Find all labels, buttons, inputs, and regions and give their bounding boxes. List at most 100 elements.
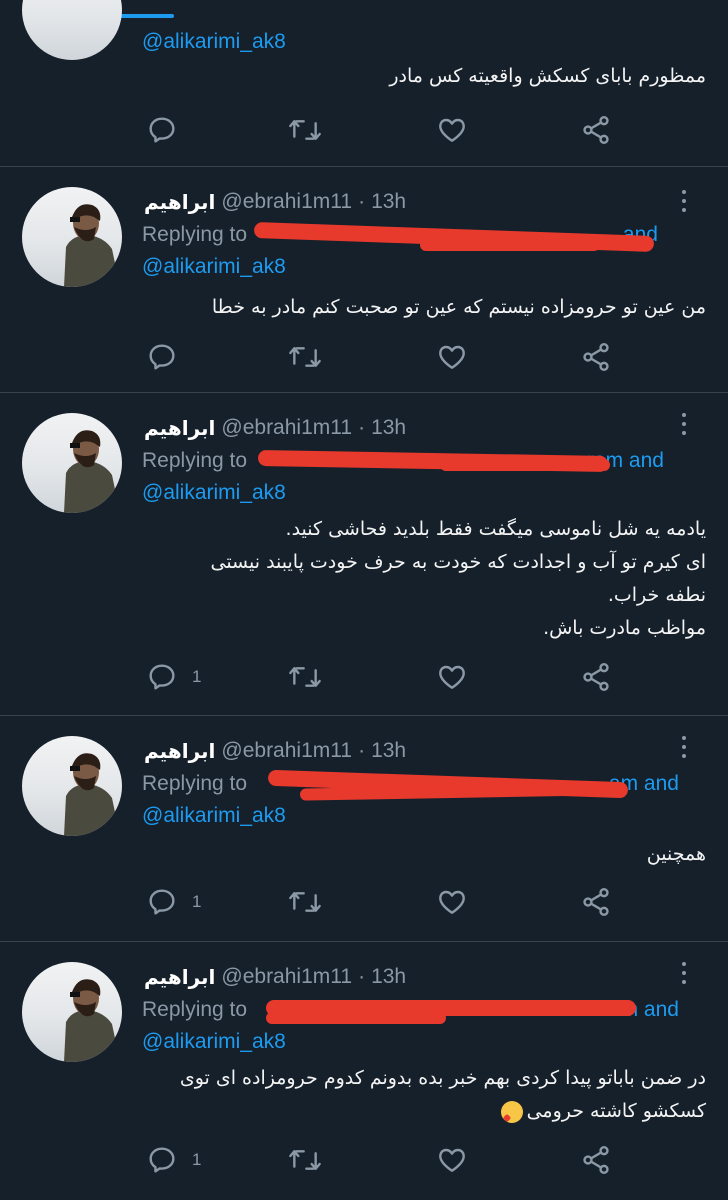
like-button[interactable]: [436, 339, 468, 375]
replying-to-label: Replying to: [142, 223, 248, 246]
retweet-icon: [289, 347, 321, 367]
separator: ·: [358, 190, 366, 213]
replying-to-label: Replying to: [142, 449, 248, 472]
share-button[interactable]: [580, 339, 612, 375]
display-name[interactable]: ابراهیم: [144, 965, 215, 989]
heart-icon: [439, 118, 465, 142]
tweet-text: من عین تو حرومزاده نیستم که عین تو صحبت …: [146, 291, 706, 324]
tweet-text-line: نطفه خراب.: [607, 584, 706, 606]
tweet[interactable]: @alikarimi_ak8 ممظورم بابای کسکش واقعیته…: [0, 0, 728, 167]
retweet-button[interactable]: [287, 659, 323, 695]
tweet-header: ابراهیم @ebrahi1m11 · 13h: [144, 187, 406, 217]
heart-icon: [439, 665, 465, 689]
reply-button[interactable]: 1: [146, 884, 201, 920]
reply-mention[interactable]: @alikarimi_ak8: [142, 1030, 286, 1054]
tweet-text-line: همچنین: [646, 843, 706, 865]
reply-mention[interactable]: @alikarimi_ak8: [142, 481, 286, 505]
display-name[interactable]: ابراهیم: [144, 739, 215, 763]
retweet-button[interactable]: [287, 1142, 323, 1178]
replying-to-label: Replying to: [142, 772, 248, 795]
retweet-button[interactable]: [287, 884, 323, 920]
share-button[interactable]: [580, 659, 612, 695]
avatar[interactable]: [22, 187, 122, 287]
separator: ·: [358, 416, 366, 439]
separator: ·: [358, 965, 366, 988]
user-handle[interactable]: @ebrahi1m11: [221, 416, 352, 440]
tweet-text-line: یادمه یه شل ناموسی میگفت فقط بلدید فحاشی…: [285, 518, 706, 540]
redaction: [420, 239, 600, 251]
avatar[interactable]: [22, 0, 122, 60]
tweet-text-line-with-emoji: کسکشو کاشته حرومی: [146, 1095, 706, 1128]
reply-icon: [149, 664, 175, 690]
retweet-icon: [289, 1150, 321, 1170]
separator: ·: [358, 739, 366, 762]
retweet-button[interactable]: [287, 339, 323, 375]
reply-icon: [149, 117, 175, 143]
kiss-emoji-icon: [500, 1100, 523, 1123]
reply-count: 1: [192, 1150, 202, 1169]
timestamp[interactable]: 13h: [371, 190, 406, 214]
tweet-actions: 1: [0, 884, 728, 920]
timestamp[interactable]: 13h: [371, 416, 406, 440]
reply-count: 1: [192, 892, 202, 911]
display-name[interactable]: ابراهیم: [144, 416, 215, 440]
redaction: [440, 459, 610, 471]
reply-button[interactable]: 1: [146, 1142, 201, 1178]
tweet-text: یادمه یه شل ناموسی میگفت فقط بلدید فحاشی…: [146, 513, 706, 645]
reply-icon: [149, 344, 175, 370]
avatar[interactable]: [22, 962, 122, 1062]
share-button[interactable]: [580, 112, 612, 148]
reply-button[interactable]: [146, 339, 192, 375]
more-icon[interactable]: [680, 413, 688, 435]
timestamp[interactable]: 13h: [371, 739, 406, 763]
avatar[interactable]: [22, 413, 122, 513]
user-handle[interactable]: @ebrahi1m11: [221, 965, 352, 989]
reply-mention[interactable]: @alikarimi_ak8: [142, 255, 286, 279]
tweet-text-line: کسکشو کاشته حرومی: [526, 1100, 706, 1122]
reply-mention[interactable]: @alikarimi_ak8: [142, 804, 286, 828]
share-icon: [583, 343, 609, 371]
redaction: [266, 1012, 446, 1024]
share-button[interactable]: [580, 1142, 612, 1178]
reply-button[interactable]: 1: [146, 659, 201, 695]
tweet[interactable]: ابراهیم @ebrahi1m11 · 13h Replying to am…: [0, 942, 728, 1200]
reply-icon: [149, 889, 175, 915]
tweet-actions: [0, 112, 728, 148]
tweet-header: ابراهیم @ebrahi1m11 · 13h: [144, 736, 406, 766]
tweet[interactable]: ابراهیم @ebrahi1m11 · 13h Replying to am…: [0, 716, 728, 942]
display-name[interactable]: ابراهیم: [144, 190, 215, 214]
reply-count: 1: [192, 667, 202, 686]
more-icon[interactable]: [680, 736, 688, 758]
share-icon: [583, 116, 609, 144]
tweet[interactable]: ابراهیم @ebrahi1m11 · 13h Replying to ra…: [0, 393, 728, 716]
heart-icon: [439, 890, 465, 914]
retweet-button[interactable]: [287, 112, 323, 148]
tweet-actions: [0, 339, 728, 375]
tweet-header: ابراهیم @ebrahi1m11 · 13h: [144, 413, 406, 443]
tweet-actions: 1: [0, 659, 728, 695]
like-button[interactable]: [436, 112, 468, 148]
tweet-text-line: من عین تو حرومزاده نیستم که عین تو صحبت …: [211, 296, 706, 318]
more-icon[interactable]: [680, 190, 688, 212]
like-button[interactable]: [436, 1142, 468, 1178]
user-handle[interactable]: @ebrahi1m11: [221, 190, 352, 214]
share-icon: [583, 888, 609, 916]
share-icon: [583, 1146, 609, 1174]
retweet-icon: [289, 892, 321, 912]
user-handle[interactable]: @ebrahi1m11: [221, 739, 352, 763]
like-button[interactable]: [436, 659, 468, 695]
retweet-icon: [289, 120, 321, 140]
heart-icon: [439, 1148, 465, 1172]
reply-button[interactable]: [146, 112, 192, 148]
tweet-text: در ضمن باباتو پیدا کردی بهم خبر بده بدون…: [146, 1062, 706, 1128]
reply-mention[interactable]: @alikarimi_ak8: [142, 30, 286, 54]
share-button[interactable]: [580, 884, 612, 920]
tweet-header: ابراهیم @ebrahi1m11 · 13h: [144, 962, 406, 992]
like-button[interactable]: [436, 884, 468, 920]
timestamp[interactable]: 13h: [371, 965, 406, 989]
tweet-text: ممظورم بابای کسکش واقعیته کس مادر: [146, 60, 706, 93]
tweet[interactable]: ابراهیم @ebrahi1m11 · 13h Replying to an…: [0, 167, 728, 393]
tweet-text-line: ای کیرم تو آب و اجدادت که خودت به حرف خو…: [210, 551, 706, 573]
avatar[interactable]: [22, 736, 122, 836]
more-icon[interactable]: [680, 962, 688, 984]
